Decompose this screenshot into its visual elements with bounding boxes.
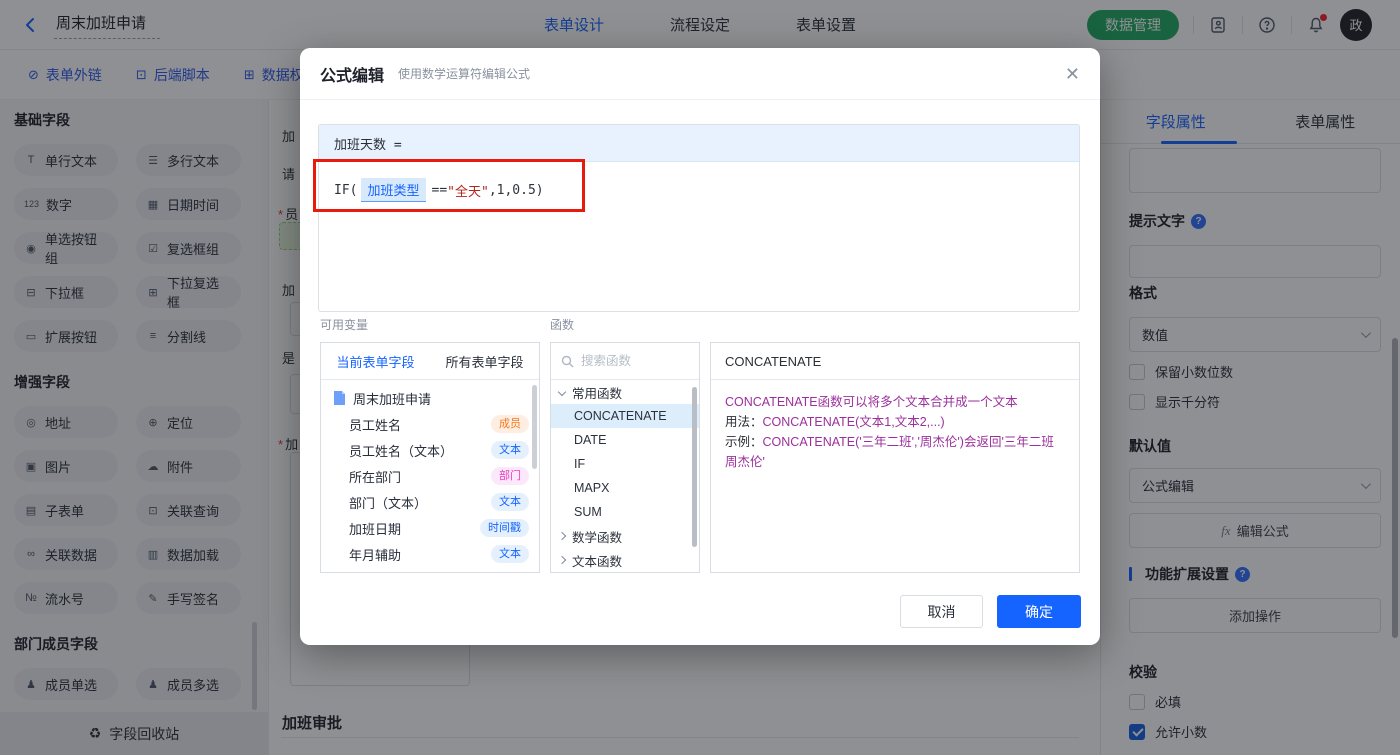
function-item-date[interactable]: DATE bbox=[551, 428, 699, 452]
variable-row[interactable]: 员工姓名 成员 bbox=[321, 411, 539, 437]
formula-input-area[interactable]: IF( 加班类型 == "全天" ,1,0.5) bbox=[319, 162, 1079, 218]
field-type-tag: 部门 bbox=[491, 467, 529, 485]
field-type-tag: 文本 bbox=[491, 441, 529, 459]
search-icon bbox=[561, 355, 574, 368]
field-type-tag: 时间戳 bbox=[480, 519, 529, 537]
form-root-row[interactable]: 周末加班申请 bbox=[321, 385, 539, 411]
variables-scrollbar-thumb[interactable] bbox=[532, 385, 537, 469]
chevron-right-icon bbox=[557, 555, 567, 565]
variable-row[interactable]: 员工姓名（文本） 文本 bbox=[321, 437, 539, 463]
function-description-body: CONCATENATE函数可以将多个文本合并成一个文本 用法：CONCATENA… bbox=[711, 380, 1079, 484]
variables-list: 周末加班申请 员工姓名 成员 员工姓名（文本） 文本 所在部门 部门 部门（文本… bbox=[321, 380, 539, 567]
function-item-concatenate[interactable]: CONCATENATE bbox=[551, 404, 699, 428]
modal-title: 公式编辑 bbox=[320, 67, 385, 85]
formula-operator: == bbox=[431, 182, 448, 198]
function-search bbox=[551, 343, 699, 380]
cancel-button[interactable]: 取消 bbox=[900, 595, 983, 628]
function-group-common[interactable]: 常用函数 bbox=[551, 380, 699, 404]
formula-text: ,1,0.5) bbox=[488, 182, 544, 198]
form-doc-icon bbox=[333, 391, 346, 405]
functions-scrollbar-thumb[interactable] bbox=[692, 387, 697, 547]
variables-label: 可用变量 bbox=[320, 318, 369, 332]
field-type-tag: 文本 bbox=[491, 493, 529, 511]
field-type-tag: 成员 bbox=[491, 415, 529, 433]
formula-editor-box: 加班天数 = IF( 加班类型 == "全天" ,1,0.5) bbox=[318, 124, 1080, 312]
formula-string: "全天" bbox=[447, 184, 489, 200]
chevron-right-icon bbox=[557, 531, 567, 541]
variable-row[interactable]: 部门（文本） 文本 bbox=[321, 489, 539, 515]
close-icon[interactable]: ✕ bbox=[1065, 65, 1080, 83]
formula-text: IF( bbox=[334, 182, 358, 198]
field-chip[interactable]: 加班类型 bbox=[361, 178, 426, 202]
functions-panel: 常用函数 CONCATENATE DATE IF MAPX SUM 数学函数 文… bbox=[550, 342, 700, 573]
tab-current-form-fields[interactable]: 当前表单字段 bbox=[321, 343, 430, 379]
example-line: 示例：CONCATENATE('三年二班','周杰伦')会返回'三年二班周杰伦' bbox=[725, 435, 1054, 469]
functions-label: 函数 bbox=[550, 318, 575, 332]
chevron-down-icon bbox=[557, 387, 567, 397]
confirm-button[interactable]: 确定 bbox=[997, 595, 1081, 628]
usage-line: 用法：CONCATENATE(文本1,文本2,...) bbox=[725, 415, 945, 429]
function-item-mapx[interactable]: MAPX bbox=[551, 476, 699, 500]
modal-subtitle: 使用数学运算符编辑公式 bbox=[398, 67, 531, 81]
function-item-if[interactable]: IF bbox=[551, 452, 699, 476]
variable-row[interactable]: 年月辅助 文本 bbox=[321, 541, 539, 567]
function-group-math[interactable]: 数学函数 bbox=[551, 524, 699, 548]
formula-editor-modal: 公式编辑 使用数学运算符编辑公式 ✕ 加班天数 = IF( 加班类型 == "全… bbox=[300, 48, 1100, 645]
variables-panel: 当前表单字段 所有表单字段 周末加班申请 员工姓名 成员 员工姓名（文本） 文本 bbox=[320, 342, 540, 573]
function-item-sum[interactable]: SUM bbox=[551, 500, 699, 524]
modal-header: 公式编辑 使用数学运算符编辑公式 ✕ bbox=[300, 48, 1100, 100]
function-group-text[interactable]: 文本函数 bbox=[551, 548, 699, 572]
form-designer-app: 周末加班申请 表单设计 流程设定 表单设置 数据管理 政 ⊘ 表单外链 ⊡ 后端… bbox=[0, 0, 1400, 755]
description-line: CONCATENATE函数可以将多个文本合并成一个文本 bbox=[725, 395, 1018, 409]
variables-tabs: 当前表单字段 所有表单字段 bbox=[321, 343, 539, 380]
function-description-title: CONCATENATE bbox=[711, 343, 1079, 380]
tab-all-form-fields[interactable]: 所有表单字段 bbox=[430, 343, 539, 379]
field-type-tag: 文本 bbox=[491, 545, 529, 563]
search-input[interactable] bbox=[581, 354, 681, 368]
variable-row[interactable]: 所在部门 部门 bbox=[321, 463, 539, 489]
formula-target: 加班天数 = bbox=[319, 125, 1079, 162]
variable-row[interactable]: 加班日期 时间戳 bbox=[321, 515, 539, 541]
function-description-panel: CONCATENATE CONCATENATE函数可以将多个文本合并成一个文本 … bbox=[710, 342, 1080, 573]
